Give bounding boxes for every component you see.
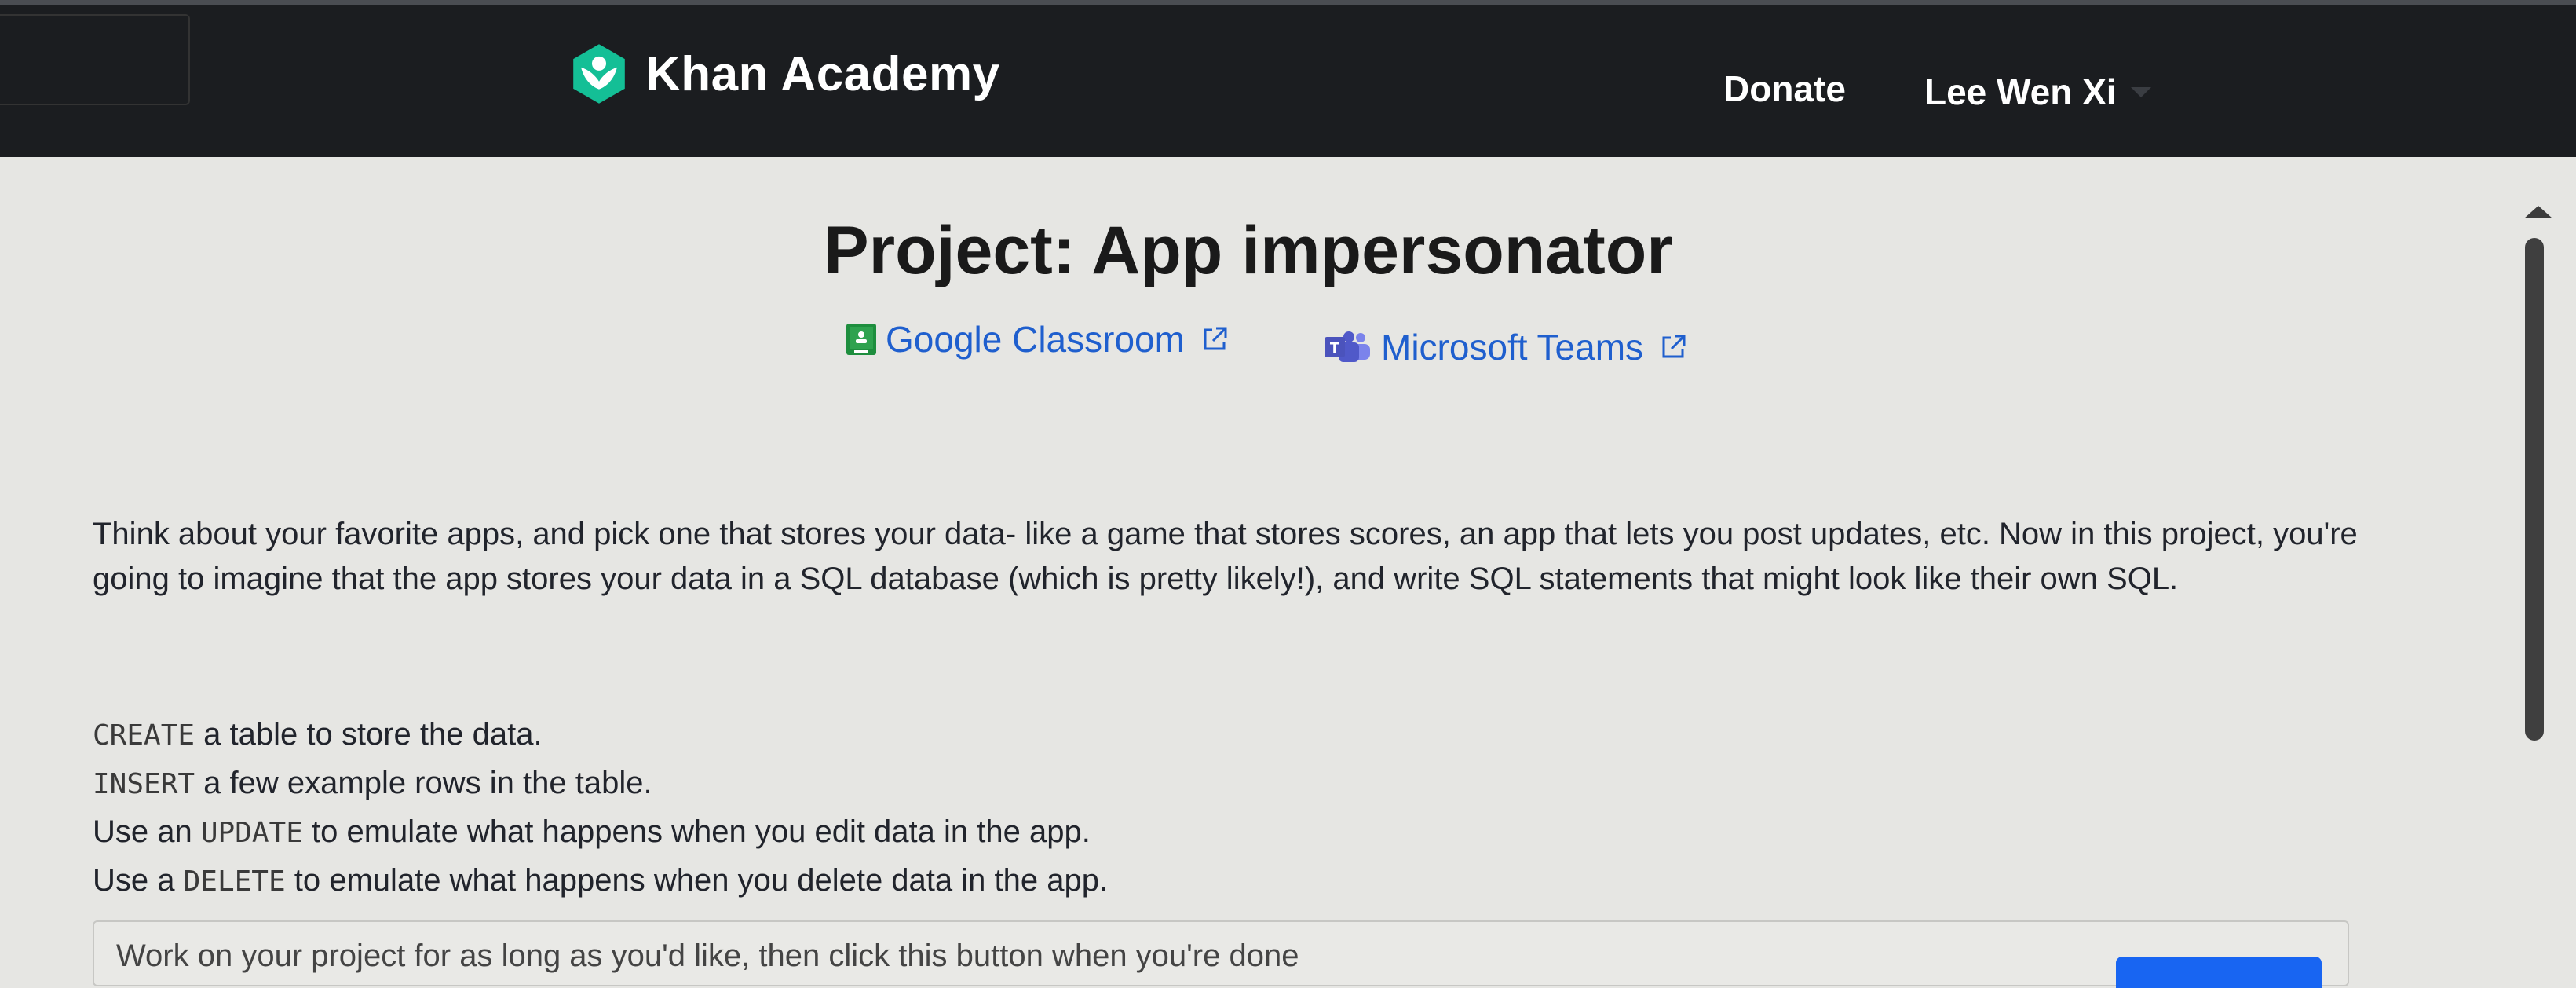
microsoft-teams-icon: [1325, 331, 1370, 362]
step-text: a table to store the data.: [195, 717, 543, 752]
sql-keyword: INSERT: [93, 768, 195, 800]
nav-search-box[interactable]: [0, 14, 190, 105]
step-insert: INSERT a few example rows in the table.: [93, 759, 1108, 808]
step-text: to emulate what happens when you edit da…: [302, 814, 1091, 849]
project-description: Think about your favorite apps, and pick…: [93, 517, 2358, 596]
donate-link[interactable]: Donate: [1723, 68, 1846, 110]
completion-prompt: Work on your project for as long as you'…: [116, 939, 1299, 973]
microsoft-teams-label: Microsoft Teams: [1381, 327, 1644, 368]
microsoft-teams-share-link[interactable]: Microsoft Teams: [1323, 326, 1687, 368]
top-edge: [0, 0, 2576, 5]
external-link-icon: [1204, 327, 1227, 350]
logo-text: Khan Academy: [645, 46, 1000, 101]
khan-academy-logo[interactable]: Khan Academy: [567, 35, 1000, 113]
top-nav-bar: Khan Academy Donate Lee Wen Xi: [0, 0, 2576, 157]
project-steps: CREATE a table to store the data. INSERT…: [93, 711, 1108, 906]
khan-academy-leaf-icon: [573, 44, 625, 104]
google-classroom-label: Google Classroom: [886, 319, 1185, 360]
sql-keyword: UPDATE: [200, 817, 303, 849]
scroll-up-arrow-icon[interactable]: [2524, 206, 2552, 218]
step-create: CREATE a table to store the data.: [93, 711, 1108, 759]
user-name: Lee Wen Xi: [1924, 71, 2117, 112]
step-text: to emulate what happens when you delete …: [285, 863, 1109, 898]
google-classroom-share-link[interactable]: Google Classroom: [846, 318, 1229, 360]
step-text: Use a: [93, 863, 184, 898]
user-menu[interactable]: Lee Wen Xi: [1924, 71, 2151, 113]
sql-keyword: DELETE: [183, 865, 286, 898]
chevron-down-icon: [2130, 86, 2151, 97]
scrollbar-thumb[interactable]: [2525, 238, 2544, 741]
step-text: a few example rows in the table.: [195, 766, 652, 800]
step-text: Use an: [93, 814, 201, 849]
external-link-icon: [1662, 335, 1686, 358]
google-classroom-icon: [846, 324, 876, 355]
sql-keyword: CREATE: [93, 719, 195, 752]
page-title: Project: App impersonator: [824, 213, 1673, 288]
step-delete: Use a DELETE to emulate what happens whe…: [93, 857, 1108, 906]
step-update: Use an UPDATE to emulate what happens wh…: [93, 808, 1108, 857]
done-button[interactable]: [2116, 957, 2322, 988]
